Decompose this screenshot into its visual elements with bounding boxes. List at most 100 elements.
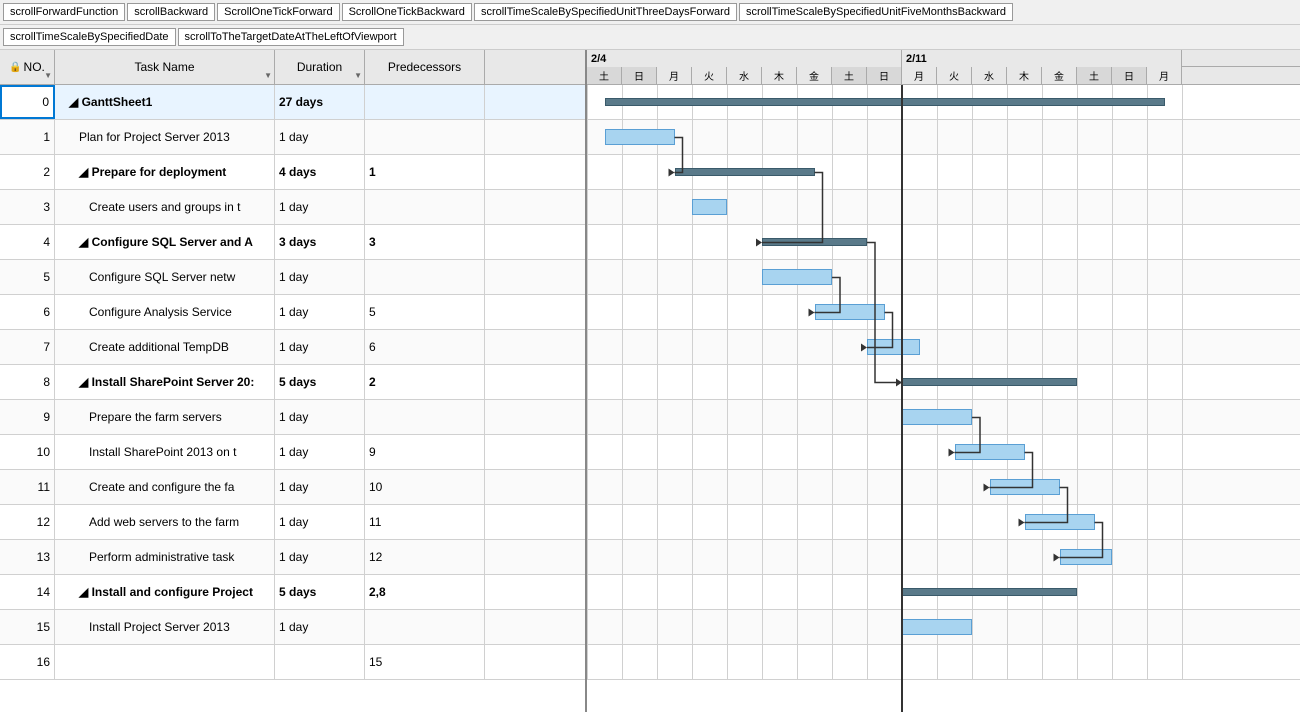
gantt-task-bar[interactable] [1025, 514, 1095, 530]
gantt-day-cell: 金 [797, 67, 832, 84]
toolbar-row2: scrollTimeScaleBySpecifiedDate scrollToT… [0, 25, 1300, 50]
gantt-day-cell: 月 [657, 67, 692, 84]
table-row[interactable]: 5 Configure SQL Server netw1 day [0, 260, 585, 295]
gantt-task-bar[interactable] [867, 339, 920, 355]
cell-predecessors [365, 400, 485, 434]
cell-predecessors: 2,8 [365, 575, 485, 609]
cell-no: 9 [0, 400, 55, 434]
table-row[interactable]: 14 ◢ Install and configure Project5 days… [0, 575, 585, 610]
table-row[interactable]: 9 Prepare the farm servers1 day [0, 400, 585, 435]
header-duration-label: Duration [297, 60, 342, 74]
table-row[interactable]: 3 Create users and groups in t1 day [0, 190, 585, 225]
btn-scroll-to-target-date[interactable]: scrollToTheTargetDateAtTheLeftOfViewport [178, 28, 404, 46]
gantt-task-bar[interactable] [955, 444, 1025, 460]
gantt-header-top: 2/42/11 [587, 50, 1300, 67]
gantt-day-cell: 火 [692, 67, 727, 84]
table-row[interactable]: 6 Configure Analysis Service1 day5 [0, 295, 585, 330]
gantt-row [587, 470, 1300, 505]
gantt-row [587, 225, 1300, 260]
gantt-task-bar[interactable] [605, 129, 675, 145]
grid-panel: 🔒 NO. ▼ Task Name ▼ Duration ▼ Predecess… [0, 50, 587, 712]
table-row[interactable]: 13 Perform administrative task1 day12 [0, 540, 585, 575]
table-row[interactable]: 10 Install SharePoint 2013 on t1 day9 [0, 435, 585, 470]
cell-taskname: ◢ GanttSheet1 [55, 85, 275, 119]
cell-duration: 27 days [275, 85, 365, 119]
btn-scroll-backward[interactable]: scrollBackward [127, 3, 215, 21]
gantt-row [587, 190, 1300, 225]
table-row[interactable]: 12 Add web servers to the farm1 day11 [0, 505, 585, 540]
gantt-row [587, 330, 1300, 365]
cell-taskname: Create additional TempDB [55, 330, 275, 364]
cell-taskname: ◢ Prepare for deployment [55, 155, 275, 189]
btn-scroll-three-days[interactable]: scrollTimeScaleBySpecifiedUnitThreeDaysF… [474, 3, 737, 21]
cell-duration: 1 day [275, 470, 365, 504]
btn-scroll-by-date[interactable]: scrollTimeScaleBySpecifiedDate [3, 28, 176, 46]
gantt-summary-bar[interactable] [605, 98, 1165, 106]
lock-icon: 🔒 [9, 62, 21, 73]
gantt-task-bar[interactable] [990, 479, 1060, 495]
taskname-dropdown-arrow[interactable]: ▼ [264, 71, 272, 80]
no-dropdown-arrow[interactable]: ▼ [44, 71, 52, 80]
btn-scroll-one-tick-forward[interactable]: ScrollOneTickForward [217, 3, 339, 21]
gantt-day-cell: 月 [1147, 67, 1182, 84]
gantt-row [587, 610, 1300, 645]
cell-no: 6 [0, 295, 55, 329]
cell-taskname: Install Project Server 2013 [55, 610, 275, 644]
table-row[interactable]: 16 15 [0, 645, 585, 680]
gantt-summary-bar[interactable] [762, 238, 867, 246]
table-row[interactable]: 8 ◢ Install SharePoint Server 20:5 days2 [0, 365, 585, 400]
cell-taskname: Prepare the farm servers [55, 400, 275, 434]
gantt-week-label: 2/4 [587, 50, 902, 67]
cell-duration: 1 day [275, 330, 365, 364]
cell-taskname: Plan for Project Server 2013 [55, 120, 275, 154]
gantt-day-cell: 金 [1042, 67, 1077, 84]
cell-duration: 1 day [275, 540, 365, 574]
gantt-task-bar[interactable] [762, 269, 832, 285]
table-row[interactable]: 2 ◢ Prepare for deployment4 days1 [0, 155, 585, 190]
cell-taskname: Create and configure the fa [55, 470, 275, 504]
btn-scroll-one-tick-backward[interactable]: ScrollOneTickBackward [342, 3, 472, 21]
table-row[interactable]: 0 ◢ GanttSheet127 days [0, 85, 585, 120]
cell-predecessors [365, 260, 485, 294]
gantt-summary-bar[interactable] [902, 588, 1077, 596]
table-row[interactable]: 4 ◢ Configure SQL Server and A3 days3 [0, 225, 585, 260]
gantt-header: 2/42/11 土日月火水木金土日月火水木金土日月 [587, 50, 1300, 85]
gantt-task-bar[interactable] [1060, 549, 1113, 565]
cell-duration: 1 day [275, 260, 365, 294]
gantt-summary-bar[interactable] [675, 168, 815, 176]
gantt-week-label: 2/11 [902, 50, 1182, 67]
cell-predecessors: 6 [365, 330, 485, 364]
duration-dropdown-arrow[interactable]: ▼ [354, 71, 362, 80]
gantt-summary-bar[interactable] [902, 378, 1077, 386]
gantt-task-bar[interactable] [692, 199, 727, 215]
table-row[interactable]: 7 Create additional TempDB1 day6 [0, 330, 585, 365]
cell-predecessors: 12 [365, 540, 485, 574]
gantt-task-bar[interactable] [902, 409, 972, 425]
gantt-day-cell: 土 [832, 67, 867, 84]
table-row[interactable]: 1 Plan for Project Server 20131 day [0, 120, 585, 155]
grid-header: 🔒 NO. ▼ Task Name ▼ Duration ▼ Predecess… [0, 50, 585, 85]
cell-taskname: ◢ Install and configure Project [55, 575, 275, 609]
gantt-row [587, 505, 1300, 540]
cell-predecessors: 9 [365, 435, 485, 469]
cell-no: 14 [0, 575, 55, 609]
cell-no: 8 [0, 365, 55, 399]
cell-predecessors [365, 610, 485, 644]
gantt-day-cell: 水 [727, 67, 762, 84]
btn-scroll-five-months[interactable]: scrollTimeScaleBySpecifiedUnitFiveMonths… [739, 3, 1013, 21]
gantt-task-bar[interactable] [815, 304, 885, 320]
gantt-day-cell: 日 [867, 67, 902, 84]
cell-predecessors: 11 [365, 505, 485, 539]
gantt-panel: 2/42/11 土日月火水木金土日月火水木金土日月 [587, 50, 1300, 712]
cell-taskname: Perform administrative task [55, 540, 275, 574]
table-row[interactable]: 15 Install Project Server 20131 day [0, 610, 585, 645]
gantt-row [587, 260, 1300, 295]
gantt-row [587, 435, 1300, 470]
table-row[interactable]: 11 Create and configure the fa1 day10 [0, 470, 585, 505]
gantt-task-bar[interactable] [902, 619, 972, 635]
cell-no: 11 [0, 470, 55, 504]
btn-scroll-forward[interactable]: scrollForwardFunction [3, 3, 125, 21]
gantt-day-cell: 土 [1077, 67, 1112, 84]
header-predecessors-label: Predecessors [388, 60, 461, 74]
main-area: 🔒 NO. ▼ Task Name ▼ Duration ▼ Predecess… [0, 50, 1300, 712]
